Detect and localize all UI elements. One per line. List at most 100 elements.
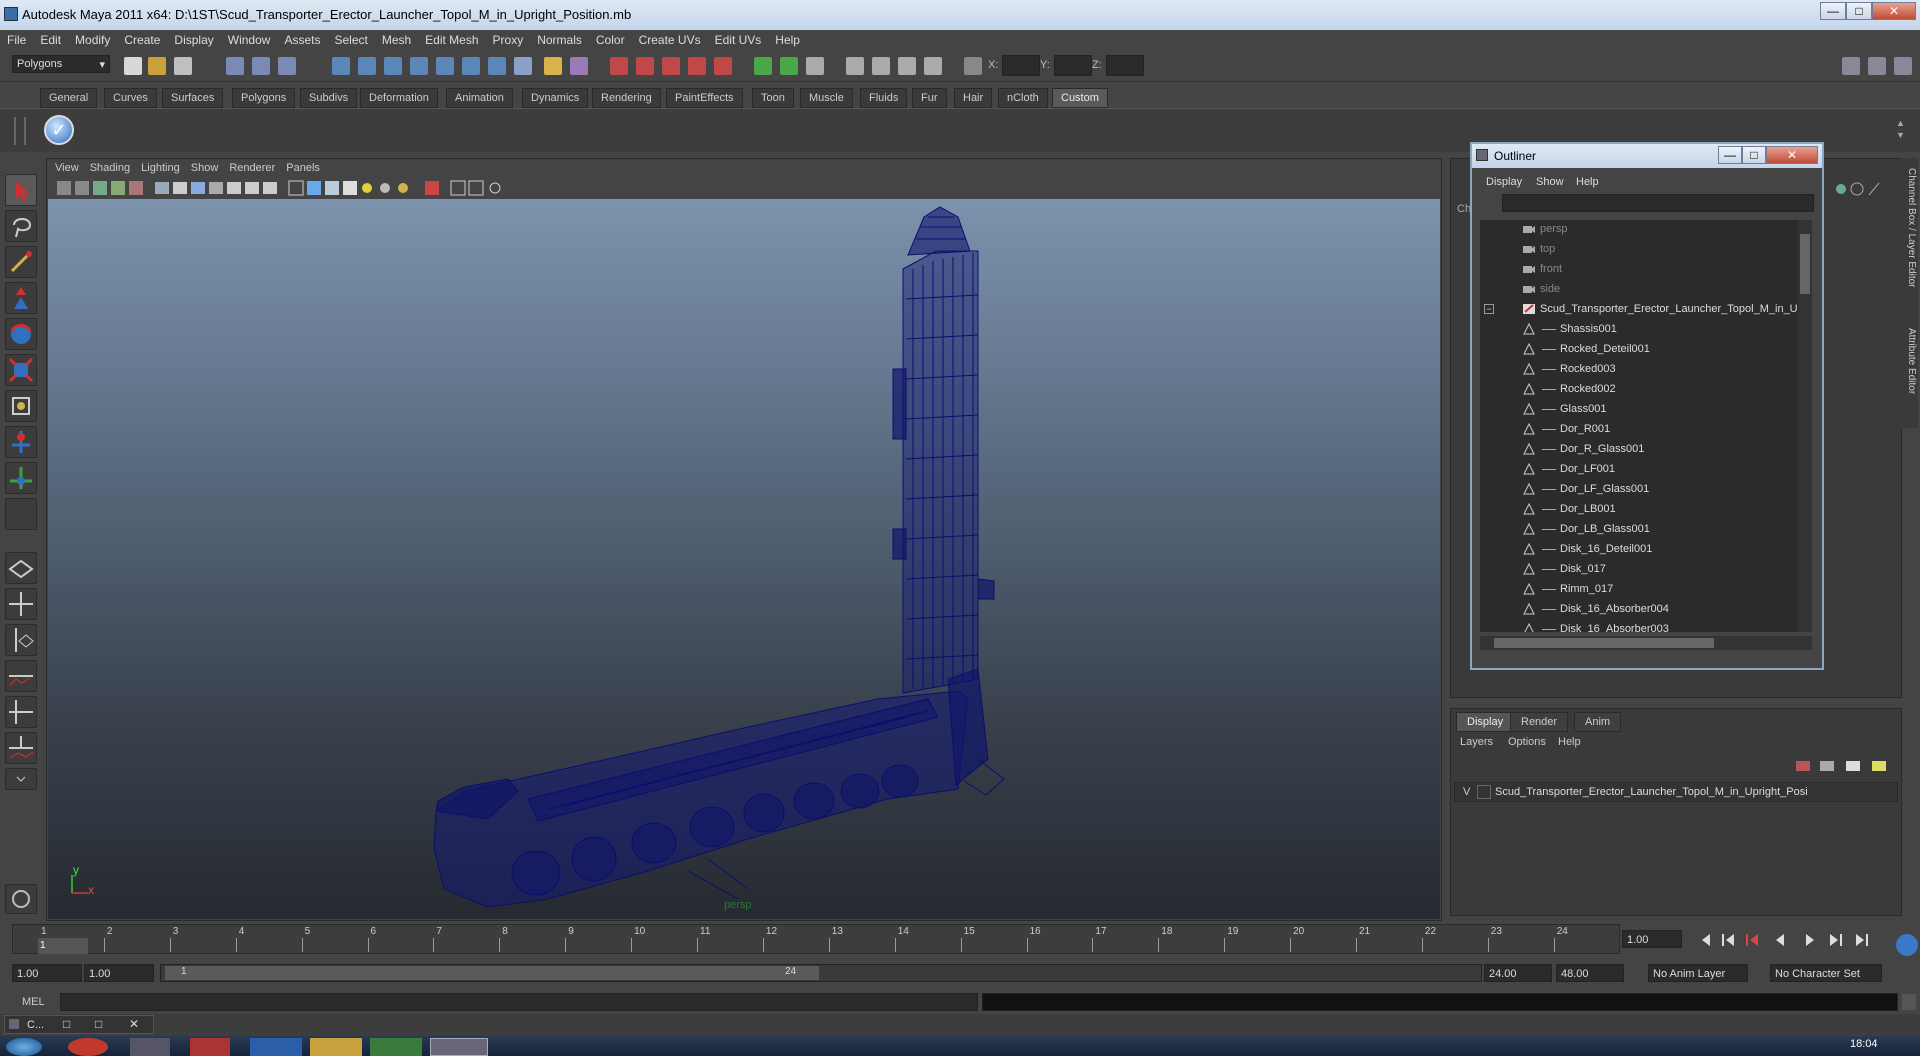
last-tool-slot-icon[interactable]	[5, 498, 37, 530]
input-ops-icon[interactable]	[570, 57, 588, 75]
move-tool-icon[interactable]	[5, 282, 37, 314]
shelf-tab-fur[interactable]: Fur	[912, 88, 947, 108]
outliner-item-dor-lb-glass001[interactable]: Dor_LB_Glass001	[1480, 520, 1800, 540]
minimized-window-bar[interactable]: C... □ □ ✕	[4, 1015, 154, 1034]
channel-box-toggle-icon[interactable]	[1894, 57, 1912, 75]
paint-select-icon[interactable]	[5, 246, 37, 278]
minimized-restore-button[interactable]: □	[63, 1017, 70, 1031]
select-component-icon[interactable]	[278, 57, 296, 75]
shelf-tab-custom[interactable]: Custom	[1052, 88, 1108, 108]
menu-proxy[interactable]: Proxy	[486, 30, 531, 47]
channel-box-side-tab[interactable]: Channel Box / Layer Editor	[1901, 168, 1917, 318]
help-icon[interactable]	[514, 57, 532, 75]
outliner-item-front[interactable]: front	[1480, 260, 1800, 280]
hypershade-layout-icon[interactable]	[5, 696, 37, 728]
playback-start-field[interactable]: 1.00	[84, 964, 154, 982]
outliner-item-top[interactable]: top	[1480, 240, 1800, 260]
outliner-item-disk-16-deteil001[interactable]: Disk_16_Deteil001	[1480, 540, 1800, 560]
show-modeling-toolkit-icon[interactable]	[1842, 57, 1860, 75]
menuset-dropdown[interactable]: Polygons ▾	[12, 55, 110, 73]
render-view-icon[interactable]	[714, 57, 732, 75]
hypershade-icon[interactable]	[688, 57, 706, 75]
shelf-scroll-arrows[interactable]: ▲ ▼	[1896, 117, 1910, 143]
layer-create-icons[interactable]	[1794, 758, 1894, 774]
perspective-viewport[interactable]: y x persp	[48, 199, 1440, 919]
select-object-icon[interactable]	[252, 57, 270, 75]
new-scene-icon[interactable]	[124, 57, 142, 75]
channel-box-icons[interactable]	[1833, 181, 1893, 197]
wireframe-model[interactable]	[48, 199, 1440, 919]
layer-menu-layers[interactable]: Layers	[1460, 736, 1493, 748]
vp-menu-lighting[interactable]: Lighting	[133, 160, 180, 174]
vp-menu-view[interactable]: View	[47, 160, 79, 174]
time-slider[interactable]	[12, 924, 1620, 954]
outliner-menu-help[interactable]: Help	[1576, 176, 1599, 188]
shelf-tab-animation[interactable]: Animation	[446, 88, 513, 108]
shelf-tab-toon[interactable]: Toon	[752, 88, 794, 108]
outliner-item-dor-lf-glass001[interactable]: Dor_LF_Glass001	[1480, 480, 1800, 500]
layer-menu-help[interactable]: Help	[1558, 736, 1581, 748]
vp-menu-renderer[interactable]: Renderer	[221, 160, 275, 174]
menu-create-uvs[interactable]: Create UVs	[632, 30, 708, 47]
shelf-tab-polygons[interactable]: Polygons	[232, 88, 296, 108]
close-button[interactable]: ✕	[1872, 2, 1916, 20]
shelf-tab-painteffects[interactable]: PaintEffects	[666, 88, 743, 108]
outliner-item-rocked002[interactable]: Rocked002	[1480, 380, 1800, 400]
taskbar-maya-icon[interactable]	[430, 1038, 488, 1056]
shelf-tab-general[interactable]: General	[40, 88, 98, 108]
menu-assets[interactable]: Assets	[277, 30, 327, 47]
expand-collapse-toggle[interactable]: −	[1484, 304, 1494, 314]
snap-point-icon[interactable]	[384, 57, 402, 75]
snapshot-icon[interactable]	[846, 57, 864, 75]
checkmark-shelf-icon[interactable]: ✓	[44, 115, 74, 145]
layout-icon[interactable]	[898, 57, 916, 75]
shelf-tab-muscle[interactable]: Muscle	[800, 88, 853, 108]
lock-icon[interactable]	[544, 57, 562, 75]
shelf-tab-subdivs[interactable]: Subdivs	[300, 88, 358, 108]
soft-mod-icon[interactable]	[5, 426, 37, 458]
select-hierarchy-icon[interactable]	[226, 57, 244, 75]
menu-help[interactable]: Help	[768, 30, 807, 47]
toggle-panels-icon[interactable]	[872, 57, 890, 75]
four-view-layout-icon[interactable]	[5, 588, 37, 620]
manipulator-tool-icon[interactable]	[5, 390, 37, 422]
taskbar-excel-icon[interactable]	[370, 1038, 422, 1056]
outliner-item-scud-transporter-erector-launcher-topol-m-in-u[interactable]: − Scud_Transporter_Erector_Launcher_Topol…	[1480, 300, 1800, 320]
menu-normals[interactable]: Normals	[530, 30, 589, 47]
save-scene-icon[interactable]	[174, 57, 192, 75]
x-field[interactable]	[1002, 55, 1040, 76]
taskbar-photoshop-icon[interactable]	[250, 1038, 302, 1056]
persp-outliner-layout-icon[interactable]	[5, 624, 37, 656]
show-manipulator-icon[interactable]	[5, 462, 37, 494]
outliner-menu-display[interactable]: Display	[1486, 176, 1522, 188]
quick-rename-icon[interactable]	[780, 57, 798, 75]
shelf-tab-rendering[interactable]: Rendering	[592, 88, 661, 108]
mel-input[interactable]	[60, 993, 978, 1011]
outliner-item-dor-r-glass001[interactable]: Dor_R_Glass001	[1480, 440, 1800, 460]
shelf-tab-surfaces[interactable]: Surfaces	[162, 88, 224, 108]
snap-curve-icon[interactable]	[358, 57, 376, 75]
minimize-button[interactable]: —	[1820, 2, 1846, 20]
menu-select[interactable]: Select	[327, 30, 374, 47]
layer-visibility-toggle[interactable]: V	[1463, 786, 1470, 798]
shelf-tab-ncloth[interactable]: nCloth	[998, 88, 1048, 108]
outliner-list[interactable]: persp top front side − Scud_Transporter_Erect…	[1480, 220, 1800, 632]
start-button[interactable]	[6, 1038, 42, 1056]
layer-tab-display[interactable]: Display	[1456, 712, 1515, 732]
transform-mode-icon[interactable]	[964, 57, 982, 75]
outliner-item-glass001[interactable]: Glass001	[1480, 400, 1800, 420]
vp-menu-panels[interactable]: Panels	[278, 160, 320, 174]
open-scene-icon[interactable]	[148, 57, 166, 75]
auto-key-icon[interactable]	[1896, 934, 1918, 956]
select-tool-icon[interactable]	[5, 174, 37, 206]
quick-layout-icon[interactable]	[5, 884, 37, 914]
minimized-close-button[interactable]: ✕	[129, 1017, 139, 1031]
y-field[interactable]	[1054, 55, 1092, 76]
outliner-item-shassis001[interactable]: Shassis001	[1480, 320, 1800, 340]
shelf-menu-handle[interactable]	[14, 117, 26, 145]
outliner-menu-show[interactable]: Show	[1536, 176, 1564, 188]
maximize-button[interactable]: □	[1846, 2, 1872, 20]
character-set-dropdown[interactable]: No Character Set	[1770, 964, 1882, 982]
outliner-maximize-button[interactable]: □	[1742, 146, 1766, 164]
layer-name[interactable]: Scud_Transporter_Erector_Launcher_Topol_…	[1495, 786, 1808, 798]
